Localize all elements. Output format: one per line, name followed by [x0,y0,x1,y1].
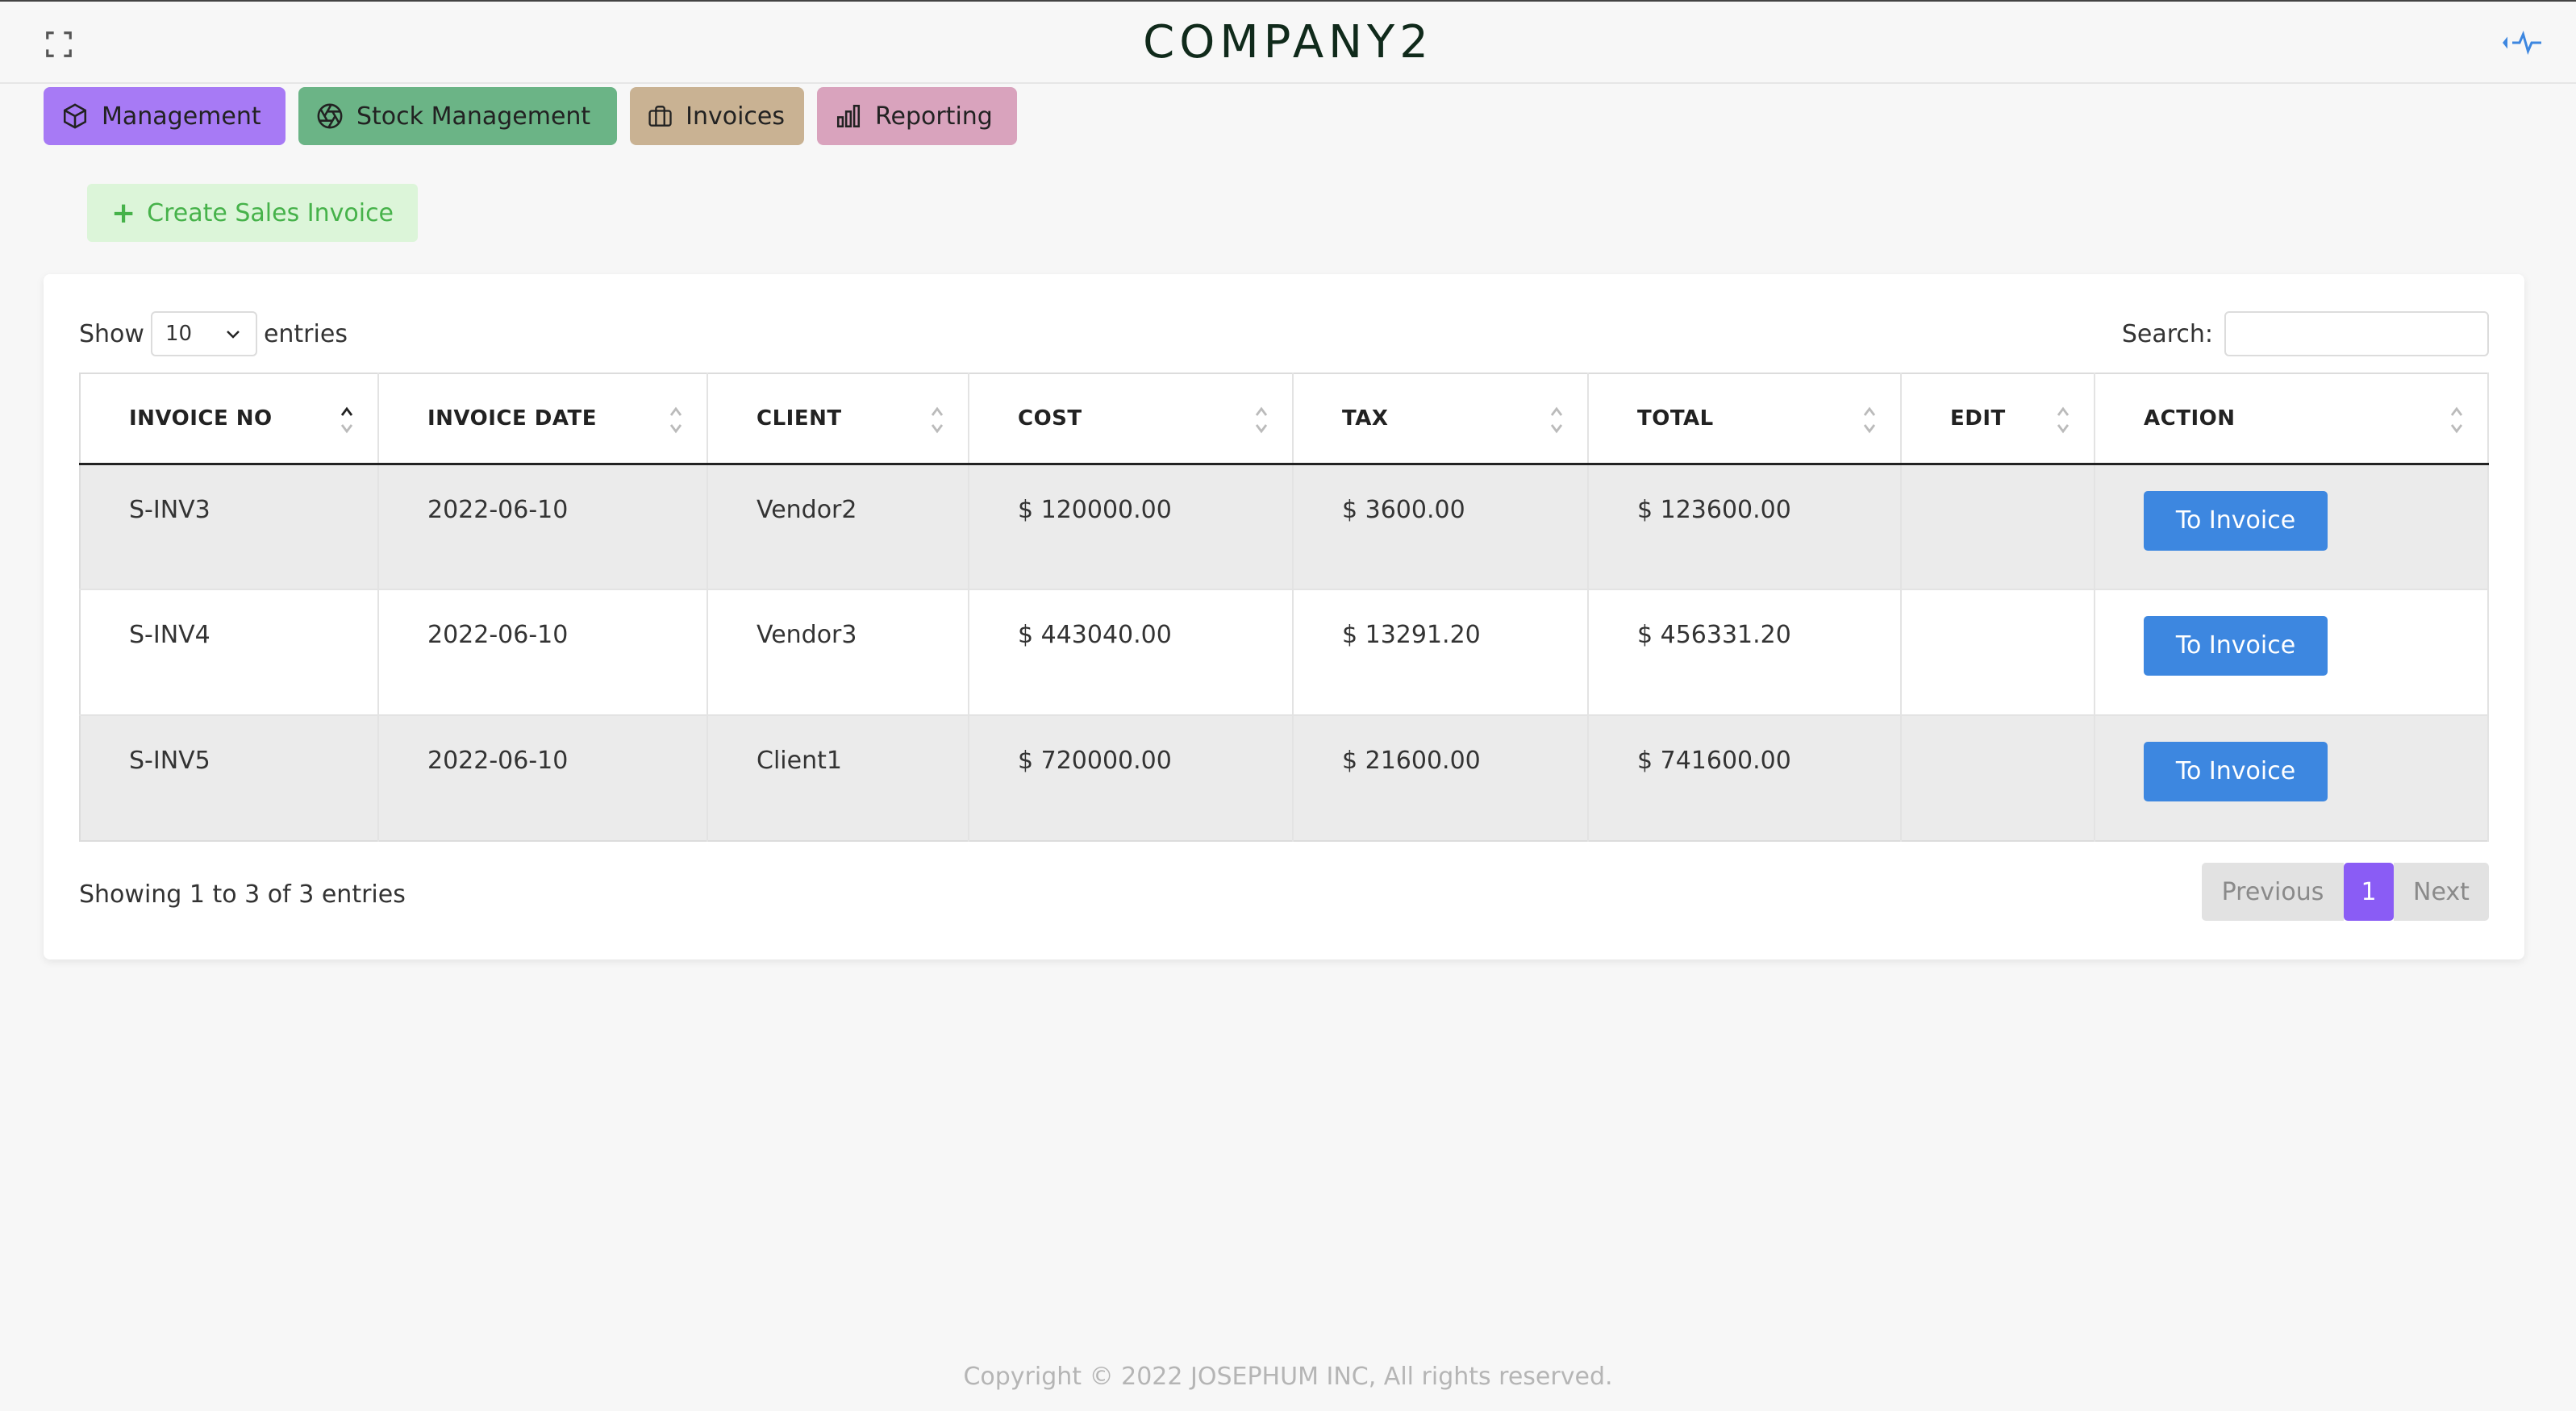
invoice-table-card: Show 10 entries Search: INVOICE NO INVOI… [44,274,2524,959]
to-invoice-button[interactable]: To Invoice [2144,616,2328,676]
nav-invoices-button[interactable]: Invoices [630,87,804,145]
cell-edit [1901,589,2095,715]
column-header-invoice-date[interactable]: INVOICE DATE [378,373,708,465]
table-row: S-INV4 2022-06-10 Vendor3 $ 443040.00 $ … [80,589,2489,715]
sort-icon [2450,406,2463,434]
nav-invoices-label: Invoices [686,102,785,131]
nav-reporting-button[interactable]: Reporting [817,87,1017,145]
nav-stock-management-label: Stock Management [356,102,591,131]
sort-asc-icon [340,406,353,434]
cell-tax: $ 13291.20 [1293,589,1589,715]
pagination: Previous 1 Next [2202,863,2489,921]
show-label: Show [79,319,144,348]
column-header-edit[interactable]: EDIT [1901,373,2095,465]
sort-icon [1550,406,1563,434]
sort-icon [1863,406,1876,434]
cell-invoice-date: 2022-06-10 [378,463,708,589]
page-length-select[interactable]: 10 [150,311,257,356]
column-header-tax[interactable]: TAX [1293,373,1589,465]
column-header-action[interactable]: ACTION [2095,373,2489,465]
previous-page-button[interactable]: Previous [2202,863,2344,921]
briefcase-icon [648,106,672,127]
search-label: Search: [2121,319,2213,348]
cell-total: $ 123600.00 [1588,463,1902,589]
cell-cost: $ 720000.00 [969,714,1294,841]
plus-icon: + [110,196,136,230]
cell-client: Vendor3 [707,589,969,715]
cell-invoice-no: S-INV4 [80,589,379,715]
table-row: S-INV3 2022-06-10 Vendor2 $ 120000.00 $ … [80,463,2489,589]
to-invoice-button[interactable]: To Invoice [2144,490,2328,551]
column-header-total[interactable]: TOTAL [1588,373,1902,465]
page: COMPANY2 Management Stock Management Inv… [0,0,2576,1411]
entries-label: entries [263,319,348,348]
page-length-control: Show 10 entries [79,311,348,356]
invoice-table: INVOICE NO INVOICE DATE CLIENT COST TAX … [79,373,2489,842]
search-control: Search: [2122,311,2489,356]
cell-total: $ 741600.00 [1588,714,1902,841]
sort-icon [1255,406,1268,434]
column-header-label: ACTION [2144,406,2236,431]
to-invoice-button[interactable]: To Invoice [2144,742,2328,801]
sort-icon [931,406,944,434]
cell-invoice-date: 2022-06-10 [378,589,708,715]
module-nav: Management Stock Management Invoices Rep… [44,87,1017,145]
next-page-button[interactable]: Next [2394,863,2489,921]
column-header-label: INVOICE NO [129,406,273,431]
sort-icon [669,406,682,434]
cell-action: To Invoice [2095,463,2489,589]
column-header-label: INVOICE DATE [427,406,597,431]
column-header-label: COST [1018,406,1082,431]
bar-chart-icon [836,104,861,128]
cell-cost: $ 120000.00 [969,463,1294,589]
cell-tax: $ 21600.00 [1293,714,1589,841]
page-1-button[interactable]: 1 [2344,863,2394,921]
cube-icon [63,103,87,129]
cell-edit [1901,714,2095,841]
cell-client: Client1 [707,714,969,841]
cell-invoice-no: S-INV3 [80,463,379,589]
brand-title: COMPANY2 [1143,16,1433,69]
cell-cost: $ 443040.00 [969,589,1294,715]
footer-copyright: Copyright © 2022 JOSEPHUM INC, All right… [963,1363,1613,1391]
page-length-value: 10 [165,322,193,346]
nav-management-button[interactable]: Management [44,87,286,145]
create-sales-invoice-label: Create Sales Invoice [147,198,394,227]
column-header-label: TAX [1342,406,1389,431]
activity-icon[interactable] [2500,31,2544,55]
column-header-cost[interactable]: COST [969,373,1294,465]
top-bar: COMPANY2 [0,0,2576,84]
chevron-down-icon [227,331,240,339]
nav-stock-management-button[interactable]: Stock Management [298,87,617,145]
search-input[interactable] [2224,311,2489,356]
aperture-icon [317,103,343,129]
cell-action: To Invoice [2095,589,2489,715]
sort-icon [2057,406,2070,434]
cell-invoice-date: 2022-06-10 [378,714,708,841]
column-header-client[interactable]: CLIENT [707,373,969,465]
table-row: S-INV5 2022-06-10 Client1 $ 720000.00 $ … [80,714,2489,841]
create-sales-invoice-button[interactable]: + Create Sales Invoice [87,184,418,242]
cell-tax: $ 3600.00 [1293,463,1589,589]
column-header-label: CLIENT [757,406,842,431]
cell-edit [1901,463,2095,589]
cell-action: To Invoice [2095,714,2489,841]
nav-management-label: Management [102,102,261,131]
cell-client: Vendor2 [707,463,969,589]
table-info: Showing 1 to 3 of 3 entries [79,880,406,909]
cell-invoice-no: S-INV5 [80,714,379,841]
column-header-label: EDIT [1950,406,2006,431]
column-header-label: TOTAL [1637,406,1714,431]
nav-reporting-label: Reporting [875,102,993,131]
table-header-row: INVOICE NO INVOICE DATE CLIENT COST TAX … [80,373,2489,465]
cell-total: $ 456331.20 [1588,589,1902,715]
column-header-invoice-no[interactable]: INVOICE NO [80,373,379,465]
